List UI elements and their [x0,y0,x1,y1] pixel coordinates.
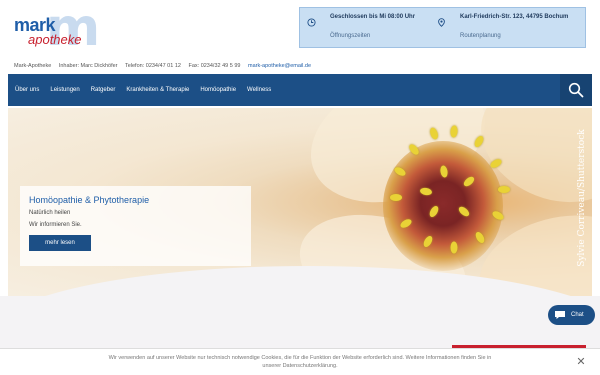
chat-label: Chat [571,312,584,318]
image-credit: Sylvie Corriveau/Shutterstock [575,118,589,278]
logo[interactable]: m mark apotheke [14,2,100,54]
nav-item-leistungen[interactable]: Leistungen [43,87,83,93]
contact-email[interactable]: mark-apotheke@email.de [248,63,311,69]
chat-bubble-icon [555,311,565,319]
search-button[interactable] [560,74,592,106]
teaser-line-1: Natürlich heilen [29,210,71,216]
info-box: Geschlossen bis Mi 08:00 Uhr Öffnungszei… [299,7,586,48]
main-nav: Über uns Leistungen Ratgeber Krankheiten… [8,74,592,106]
read-more-button[interactable]: mehr lesen [29,235,91,251]
stamen [390,194,402,201]
cookie-text: Wir verwenden auf unserer Website nur te… [108,355,492,369]
logo-apotheke-text: apotheke [28,32,82,47]
location-pin-icon [437,18,446,27]
hero-banner: Sylvie Corriveau/Shutterstock Homöopathi… [8,108,592,296]
hours-link[interactable]: Öffnungszeiten [330,32,370,40]
credit-text: Sylvie Corriveau/Shutterstock [577,129,587,267]
stamen [498,186,510,193]
teaser-card: Homöopathie & Phytotherapie Natürlich he… [20,186,251,266]
address-text: Karl-Friedrich-Str. 123, 44795 Bochum [460,14,569,20]
nav-item-homoeopathie[interactable]: Homöopathie [193,87,240,93]
teaser-title: Homöopathie & Phytotherapie [29,195,150,205]
contact-fax: Fax: 0234/32 49 5 99 [188,63,241,69]
nav-item-ueber-uns[interactable]: Über uns [8,87,43,93]
flower-core [383,141,503,271]
chat-button[interactable]: Chat [548,305,595,325]
header: m mark apotheke Geschlossen bis Mi 08:00… [0,0,600,58]
nav-item-krankheiten[interactable]: Krankheiten & Therapie [119,87,193,93]
contact-name: Mark-Apotheke [14,63,52,69]
route-link[interactable]: Routenplanung [460,32,501,40]
close-icon[interactable]: ✕ [576,357,586,368]
clock-icon [307,18,316,27]
contact-phone[interactable]: Telefon: 0234/47 01 12 [125,63,181,69]
cookie-banner: Wir verwenden auf unserer Website nur te… [0,348,600,375]
nav-item-wellness[interactable]: Wellness [240,87,275,93]
teaser-line-2: Wir informieren Sie. [29,222,82,228]
stamen [450,241,458,254]
search-icon [568,82,584,98]
nav-item-ratgeber[interactable]: Ratgeber [84,87,120,93]
nav-items: Über uns Leistungen Ratgeber Krankheiten… [8,74,275,106]
hours-status: Geschlossen bis Mi 08:00 Uhr [330,14,416,20]
contact-owner: Inhaber: Marc Dickhöfer [58,63,118,69]
contact-line: Mark-Apotheke Inhaber: Marc Dickhöfer Te… [14,63,317,69]
